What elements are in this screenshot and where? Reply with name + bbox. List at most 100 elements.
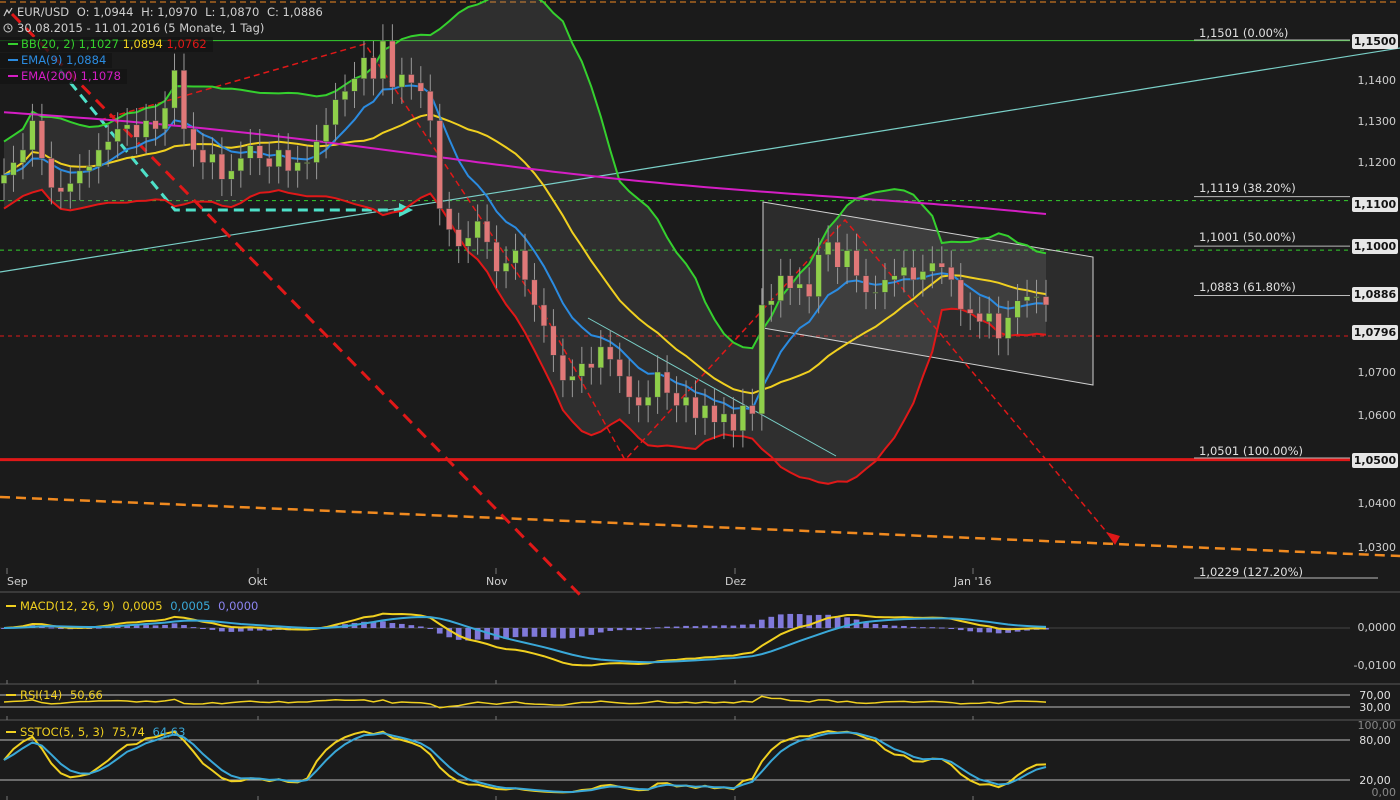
axis-price-0400: 1,0400	[1357, 497, 1397, 510]
candle-body	[825, 241, 832, 255]
candle-body	[1023, 296, 1031, 302]
macd-hist-bar	[522, 628, 528, 637]
candle-body	[550, 325, 557, 356]
candle-body	[180, 70, 188, 130]
macd-hist-bar	[721, 625, 727, 628]
macd-hist-bar	[408, 625, 415, 628]
date-range: 30.08.2015 - 11.01.2016 (5 Monate, 1 Tag…	[17, 21, 265, 35]
candle-body	[635, 396, 642, 406]
legend-bb[interactable]: BB(20, 2) 1,1027 1,0894 1,0762	[0, 37, 213, 52]
candle-body	[218, 153, 225, 180]
candle-body	[152, 120, 159, 130]
price-box-0886: 1,0886	[1352, 287, 1398, 302]
candle-body	[199, 149, 207, 163]
macd-hist-bar	[645, 628, 651, 630]
macd-hist-bar	[768, 616, 775, 628]
macd-hist-bar	[200, 628, 206, 630]
macd-hist-bar	[588, 628, 595, 635]
bb-swatch	[8, 43, 18, 45]
sstoc-signal-value: 64,63	[152, 725, 186, 739]
candle-body	[834, 241, 841, 268]
macd-hist-bar	[920, 627, 926, 629]
candle-body	[986, 313, 993, 322]
macd-hist-bar	[616, 628, 623, 631]
macd-hist-bar	[702, 625, 708, 628]
macd-legend[interactable]: MACD(12, 26, 9) 0,0005 0,0005 0,0000	[0, 599, 262, 614]
bb-name: BB(20, 2)	[21, 37, 76, 51]
macd-hist-bar	[389, 623, 396, 628]
candle-body	[502, 262, 510, 272]
candle-body	[910, 267, 917, 281]
candle-body	[332, 99, 339, 126]
ema9-swatch	[8, 59, 18, 61]
candle-body	[142, 120, 150, 138]
macd-hist-bar	[607, 628, 614, 631]
axis-price-0600: 1,0600	[1357, 409, 1397, 422]
candle-body	[967, 308, 974, 314]
candle-body	[1014, 300, 1021, 318]
rsi-axis-30: 30,00	[1359, 701, 1391, 714]
macd-hist-bar	[493, 628, 500, 640]
candle-body	[673, 392, 680, 406]
legend-ema200[interactable]: EMA(200) 1,1078	[0, 69, 127, 84]
candle-body	[161, 107, 169, 130]
macd-hist-bar	[673, 626, 680, 628]
candle-body	[900, 267, 908, 276]
candle-body	[521, 250, 529, 281]
sstoc-swatch	[6, 731, 16, 733]
axis-price-1200: 1,1200	[1357, 156, 1397, 169]
fib-label-0: 1,1501 (0.00%)	[1199, 26, 1289, 40]
sstoc-value: 75,74	[111, 725, 145, 739]
ema9-name: EMA(9)	[21, 53, 63, 67]
candle-body	[455, 229, 462, 247]
candle-body	[266, 158, 273, 167]
candle-body	[588, 363, 595, 369]
candle-body	[285, 149, 292, 172]
candle-body	[540, 304, 548, 327]
price-box-0796: 1,0796	[1352, 325, 1398, 340]
candle-body	[114, 128, 121, 142]
candle-body	[645, 396, 652, 406]
candle-body	[739, 405, 746, 431]
candle-body	[351, 78, 358, 92]
macd-hist-bar	[152, 625, 159, 628]
macd-name: MACD(12, 26, 9)	[20, 599, 115, 613]
axis-price-1400: 1,1400	[1357, 74, 1397, 87]
candle-body	[48, 158, 55, 188]
candle-body	[408, 74, 415, 84]
macd-hist-bar	[967, 628, 974, 632]
macd-hist-bar	[560, 628, 566, 639]
candle-body	[247, 145, 254, 159]
macd-hist-bar	[162, 624, 168, 628]
price-chart[interactable]	[0, 0, 1400, 800]
macd-hist-bar	[910, 626, 917, 628]
candle-body	[1005, 317, 1012, 339]
rsi-legend[interactable]: RSI(14) 50,66	[0, 688, 107, 703]
candle-body	[853, 250, 860, 276]
candle-body	[19, 149, 27, 163]
candle-body	[654, 371, 661, 398]
candle-body	[465, 237, 472, 247]
candle-body	[758, 304, 765, 415]
x-axis-nov: Nov	[486, 575, 508, 588]
macd-hist-bar	[143, 625, 149, 628]
legend-ema9[interactable]: EMA(9) 1,0884	[0, 53, 113, 68]
candle-body	[777, 275, 784, 302]
macd-hist-bar	[436, 628, 443, 634]
candle-body	[701, 405, 709, 419]
candle-body	[512, 250, 519, 264]
sstoc-legend[interactable]: SSTOC(5, 5, 3) 75,74 64,63	[0, 725, 189, 740]
candle-body	[474, 220, 481, 239]
macd-hist-bar	[711, 625, 718, 628]
candle-body	[322, 124, 330, 142]
sstoc-axis-100: 100,00	[1357, 719, 1397, 732]
x-axis-sep: Sep	[7, 575, 28, 588]
candle-body	[341, 91, 349, 100]
macd-value: 0,0005	[122, 599, 163, 613]
candle-body	[995, 313, 1002, 339]
macd-hist-bar	[834, 616, 841, 628]
candle-body	[815, 254, 822, 297]
fib-label-50: 1,1001 (50.00%)	[1199, 230, 1296, 244]
macd-hist-bar	[976, 628, 983, 633]
macd-hist-bar	[654, 627, 661, 629]
